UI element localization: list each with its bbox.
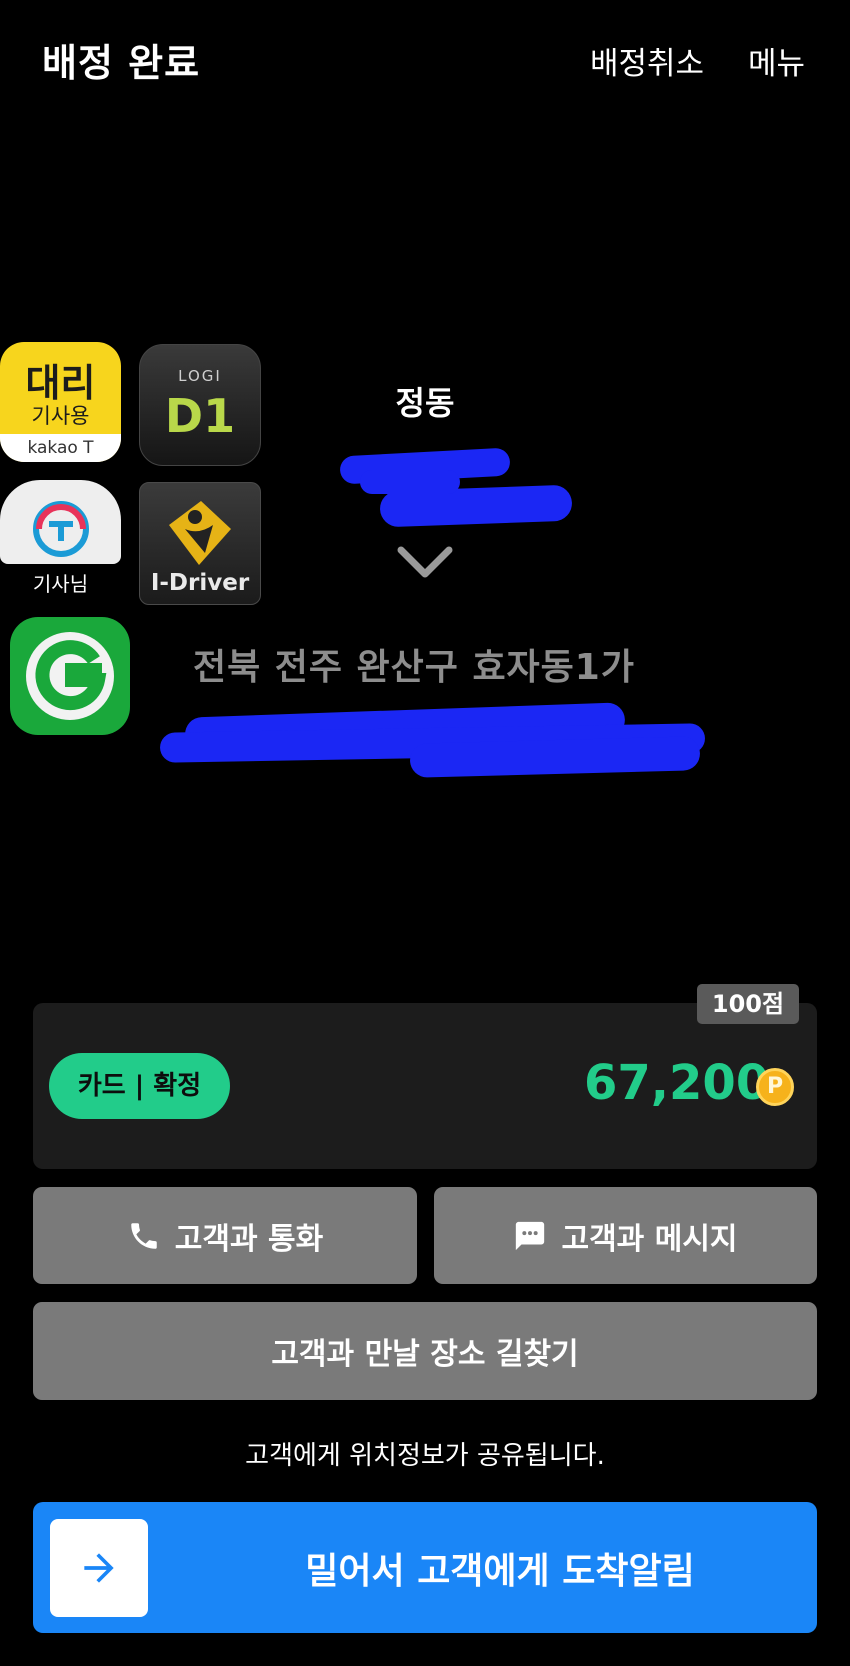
i-driver-logo-icon	[169, 501, 231, 565]
call-customer-button[interactable]: 고객과 통화	[33, 1187, 417, 1284]
tmap-app-label: 기사님	[32, 572, 89, 596]
logi-d1-app-icon[interactable]: LOGI D1	[139, 344, 261, 466]
cancel-assignment-button[interactable]: 배정취소	[590, 38, 704, 83]
g-app-icon[interactable]	[10, 617, 130, 735]
destination-address: 전북 전주 완산구 효자동1가	[193, 647, 635, 688]
i-driver-app-label: I-Driver	[150, 570, 250, 596]
slider-handle[interactable]	[50, 1519, 148, 1617]
message-customer-button[interactable]: 고객과 메시지	[434, 1187, 817, 1284]
menu-button[interactable]: 메뉴	[748, 38, 805, 83]
page-title: 배정 완료	[42, 41, 201, 85]
phone-icon	[131, 1222, 157, 1249]
tmap-logo-icon	[33, 501, 89, 557]
kakao-app-brand: kakao T	[0, 434, 121, 462]
message-icon	[516, 1221, 545, 1250]
kakao-driver-app-icon[interactable]: 대리 기사용 kakao T	[0, 342, 121, 462]
call-customer-label: 고객과 통화	[174, 1221, 324, 1257]
redaction-mark	[409, 736, 701, 778]
pickup-place-name: 정동	[395, 384, 455, 422]
logi-app-brand: LOGI	[178, 367, 222, 385]
message-customer-label: 고객과 메시지	[561, 1221, 738, 1257]
chevron-down-icon	[397, 546, 453, 578]
logi-app-title: D1	[164, 389, 236, 443]
arrow-right-icon	[84, 1553, 114, 1583]
location-sharing-notice: 고객에게 위치정보가 공유됩니다.	[245, 1441, 605, 1471]
kakao-app-subtitle: 기사용	[31, 404, 90, 428]
score-badge: 100점	[697, 984, 799, 1024]
slider-label: 밀어서 고객에게 도착알림	[305, 1551, 695, 1592]
kakao-app-title: 대리	[25, 361, 96, 405]
fare-amount: 67,200	[584, 1055, 770, 1111]
payment-status-badge: 카드 | 확정	[49, 1053, 230, 1119]
redaction-mark	[360, 470, 460, 494]
tmap-driver-app-icon[interactable]	[0, 480, 121, 564]
navigate-label: 고객과 만날 장소 길찾기	[271, 1337, 579, 1372]
g-logo-icon	[26, 632, 114, 720]
navigate-to-meeting-point-button[interactable]: 고객과 만날 장소 길찾기	[33, 1302, 817, 1400]
point-coin-icon: P	[756, 1068, 794, 1106]
i-driver-app-icon[interactable]: I-Driver	[139, 482, 261, 605]
